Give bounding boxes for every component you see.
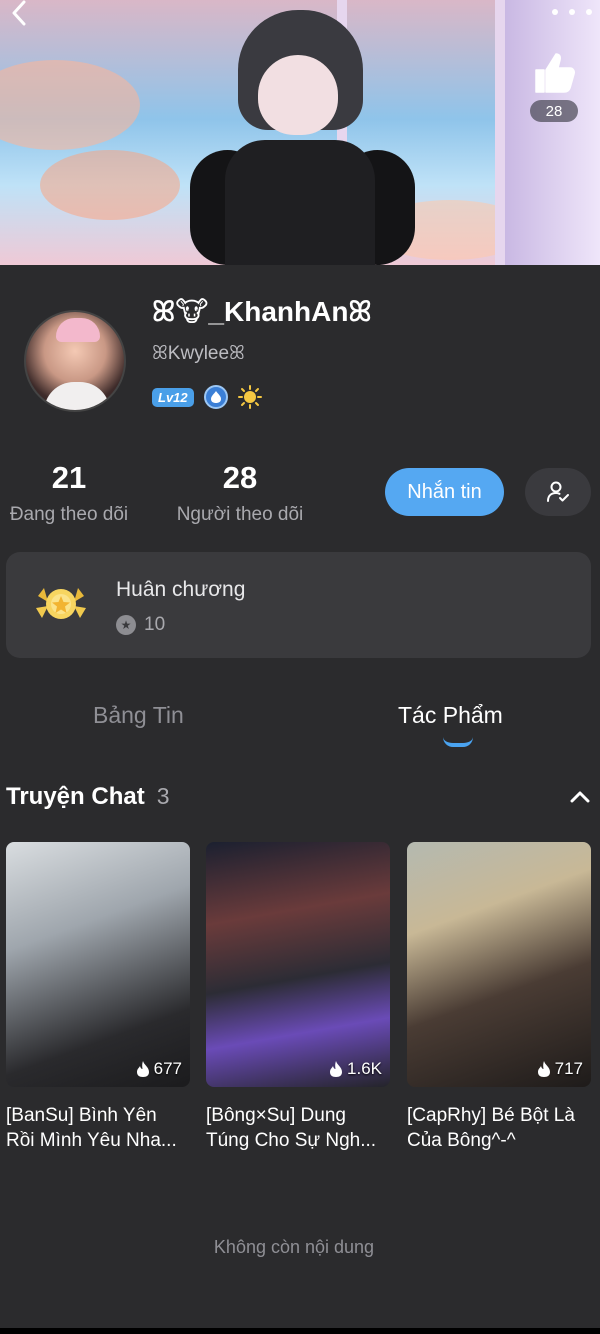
username: ꕤ🐮_KhanhAnꕤ <box>152 296 372 327</box>
more-options-button[interactable] <box>552 4 592 20</box>
curtain <box>505 0 600 265</box>
tab-feed[interactable]: Bảng Tin <box>93 702 184 729</box>
heat-count: 677 <box>153 1059 182 1078</box>
story-card[interactable]: 677 [BanSu] Bình Yên Rồi Mình Yêu Nha... <box>6 842 190 1153</box>
badge-row: Lv12 <box>152 385 262 409</box>
medal-card[interactable]: Huân chương ★ 10 <box>6 552 591 658</box>
heat-count: 1.6K <box>347 1059 382 1078</box>
bottom-bar <box>0 1328 600 1334</box>
character-body <box>225 140 375 265</box>
dot <box>569 9 575 15</box>
section-title: Truyện Chat <box>6 783 145 810</box>
avatar-shirt <box>44 382 110 410</box>
banner-cloud <box>0 60 140 150</box>
profile-banner <box>0 0 600 265</box>
star-icon: ★ <box>116 615 136 635</box>
followers-label: Người theo dõi <box>176 504 304 525</box>
heat-indicator: 717 <box>537 1059 583 1079</box>
fire-icon <box>136 1061 149 1077</box>
message-button[interactable]: Nhắn tin <box>385 468 504 516</box>
followers-stat[interactable]: 28 Người theo dõi <box>172 460 308 526</box>
like-button[interactable]: 28 <box>528 48 580 126</box>
heat-count: 717 <box>554 1059 583 1078</box>
section-header: Truyện Chat 3 <box>6 783 170 811</box>
story-card[interactable]: 717 [CapRhy] Bé Bột Là Của Bông^-^ <box>407 842 591 1153</box>
following-label: Đang theo dõi <box>9 504 129 525</box>
followers-count: 28 <box>222 460 258 495</box>
medal-count-row: ★ 10 <box>116 614 165 636</box>
window-frame <box>495 0 505 265</box>
sun-badge-icon[interactable] <box>237 385 262 409</box>
avatar-hat <box>56 318 100 342</box>
follow-button[interactable] <box>525 468 591 516</box>
story-card[interactable]: 1.6K [Bông×Su] Dung Túng Cho Sự Ngh... <box>206 842 390 1153</box>
collapse-button[interactable] <box>568 785 592 809</box>
fire-icon <box>330 1061 343 1077</box>
banner-cloud <box>40 150 180 220</box>
profile-section: ꕤ🐮_KhanhAnꕤ ꕤKwyleeꕤ Lv12 21 Đang theo d… <box>0 265 600 1334</box>
heat-indicator: 1.6K <box>329 1059 382 1079</box>
medal-title: Huân chương <box>116 578 246 601</box>
chevron-up-icon <box>570 791 590 803</box>
user-handle: ꕤKwyleeꕤ <box>152 343 245 364</box>
back-button[interactable] <box>4 0 34 26</box>
end-of-content-text: Không còn nội dung <box>213 1237 375 1257</box>
medal-icon <box>36 588 86 619</box>
story-thumbnail: 677 <box>6 842 190 1087</box>
story-title: [CapRhy] Bé Bột Là Của Bông^-^ <box>407 1105 575 1151</box>
thumbs-up-icon <box>535 53 575 93</box>
section-count: 3 <box>156 783 170 809</box>
dot <box>586 9 592 15</box>
avatar[interactable] <box>24 310 126 412</box>
story-thumbnail: 1.6K <box>206 842 390 1087</box>
story-thumbnail: 717 <box>407 842 591 1087</box>
fire-icon <box>537 1061 550 1077</box>
heat-indicator: 677 <box>136 1059 182 1079</box>
story-title: [BanSu] Bình Yên Rồi Mình Yêu Nha... <box>6 1105 177 1151</box>
dot <box>552 9 558 15</box>
following-stat[interactable]: 21 Đang theo dõi <box>4 460 134 526</box>
chevron-left-icon <box>12 0 26 26</box>
tab-works[interactable]: Tác Phẩm <box>398 702 503 729</box>
following-count: 21 <box>51 460 87 495</box>
shield-badge-icon[interactable] <box>203 385 228 409</box>
medal-count: 10 <box>144 614 166 635</box>
character-face <box>258 55 338 135</box>
active-tab-indicator <box>443 737 473 747</box>
like-count: 28 <box>530 100 578 122</box>
user-check-icon <box>547 481 569 502</box>
level-badge[interactable]: Lv12 <box>152 387 194 407</box>
story-title: [Bông×Su] Dung Túng Cho Sự Ngh... <box>206 1105 377 1151</box>
